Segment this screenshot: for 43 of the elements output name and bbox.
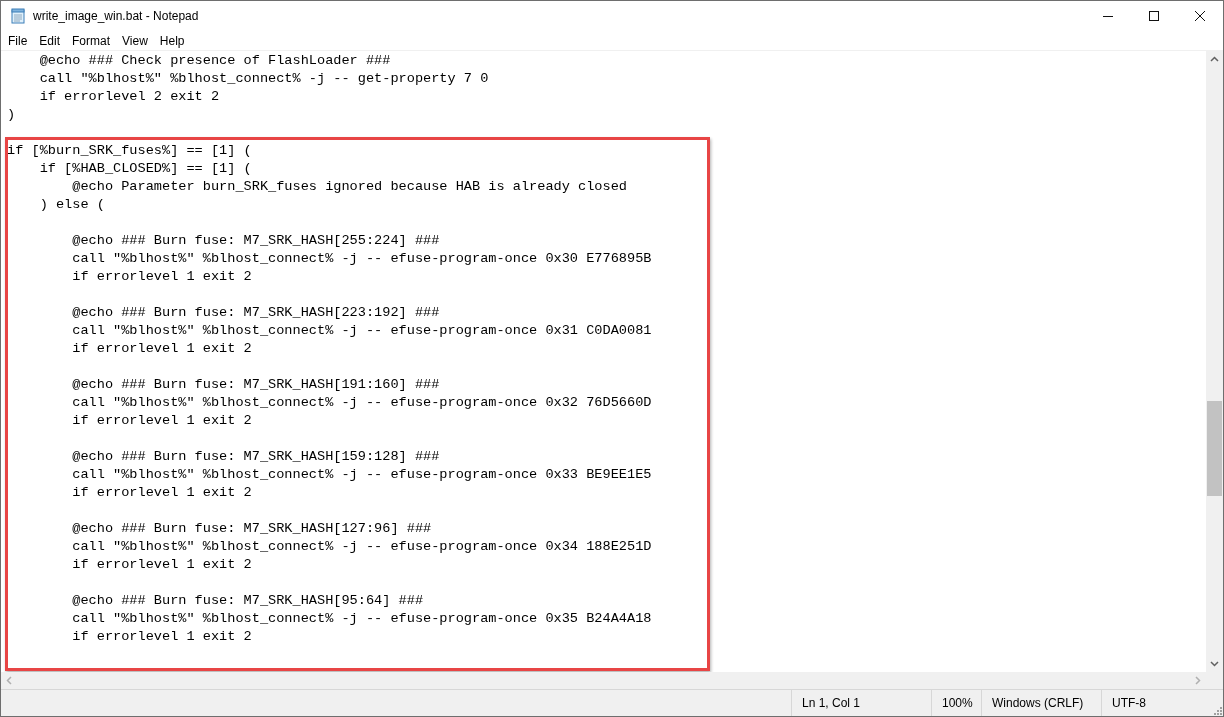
line-ending: Windows (CRLF) — [992, 696, 1084, 710]
zoom-level: 100% — [942, 696, 973, 710]
code-line: @echo Parameter burn_SRK_fuses ignored because HAB is already closed — [71, 178, 628, 196]
code-line: @echo ### Burn fuse: M7_SRK_HASH[191:160] ### — [71, 376, 441, 394]
code-line: @echo ### Burn fuse: M7_SRK_HASH[223:192] ### — [71, 304, 441, 322]
menu-item[interactable]: Edit — [33, 33, 67, 48]
encoding: UTF-8 — [1112, 696, 1146, 710]
code-line: call "%blhost%" %blhost_connect% -j -- efuse-program-once 0x35 B24A4A18 — [71, 610, 653, 628]
resize-grip-icon[interactable] — [1212, 705, 1222, 715]
code-line: @echo ### Burn fuse: M7_SRK_HASH[255:224] ### — [71, 232, 441, 250]
code-line: ) else ( — [38, 196, 106, 214]
scroll-thumb[interactable] — [1207, 401, 1222, 496]
code-line: if errorlevel 1 exit 2 — [71, 628, 253, 646]
code-line: call "%blhost%" %blhost_connect% -j -- efuse-program-once 0x31 C0DA0081 — [71, 322, 653, 340]
code-line: @echo ### Burn fuse: M7_SRK_HASH[127:96] ### — [71, 520, 433, 538]
cursor-position: Ln 1, Col 1 — [802, 696, 861, 710]
notepad-icon — [10, 8, 26, 24]
code-line: call "%blhost%" %blhost_connect% -j -- efuse-program-once 0x33 BE9EE1E5 — [71, 466, 653, 484]
code-line: if [%burn_SRK_fuses%] == [1] ( — [7, 142, 253, 160]
menu-item[interactable]: Help — [153, 33, 191, 48]
maximize-icon — [1149, 11, 1159, 21]
vertical-scrollbar[interactable] — [1206, 51, 1223, 672]
code-line: call "%blhost%" %blhost_connect% -j -- efuse-program-once 0x32 76D5660D — [71, 394, 653, 412]
code-line: @echo ### Burn fuse: M7_SRK_HASH[95:64] ### — [71, 592, 425, 610]
code-line: if errorlevel 1 exit 2 — [71, 268, 253, 286]
horizontal-scrollbar[interactable] — [1, 672, 1206, 689]
code-line: call "%blhost%" %blhost_connect% -j -- get-property 7 0 — [38, 70, 490, 88]
window-title: write_image_win.bat - Notepad — [33, 9, 199, 23]
code-line: ) — [7, 106, 17, 124]
close-icon — [1195, 11, 1205, 21]
code-line: call "%blhost%" %blhost_connect% -j -- efuse-program-once 0x34 188E251D — [71, 538, 653, 556]
code-line: if errorlevel 1 exit 2 — [71, 340, 253, 358]
code-line: if errorlevel 1 exit 2 — [71, 412, 253, 430]
code-line: call "%blhost%" %blhost_connect% -j -- efuse-program-once 0x30 E776895B — [71, 250, 653, 268]
code-line: @echo ### Burn fuse: M7_SRK_HASH[159:128] ### — [71, 448, 441, 466]
menu-item[interactable]: Format — [66, 33, 117, 48]
menu-item[interactable]: File — [2, 33, 34, 48]
code-line: if errorlevel 1 exit 2 — [71, 484, 253, 502]
code-line: if [%HAB_CLOSED%] == [1] ( — [38, 160, 253, 178]
code-line: @echo ### Check presence of FlashLoader ### — [38, 52, 392, 70]
code-line: if errorlevel 1 exit 2 — [71, 556, 253, 574]
code-line: if errorlevel 2 exit 2 — [38, 88, 221, 106]
menu-item[interactable]: View — [116, 33, 154, 48]
